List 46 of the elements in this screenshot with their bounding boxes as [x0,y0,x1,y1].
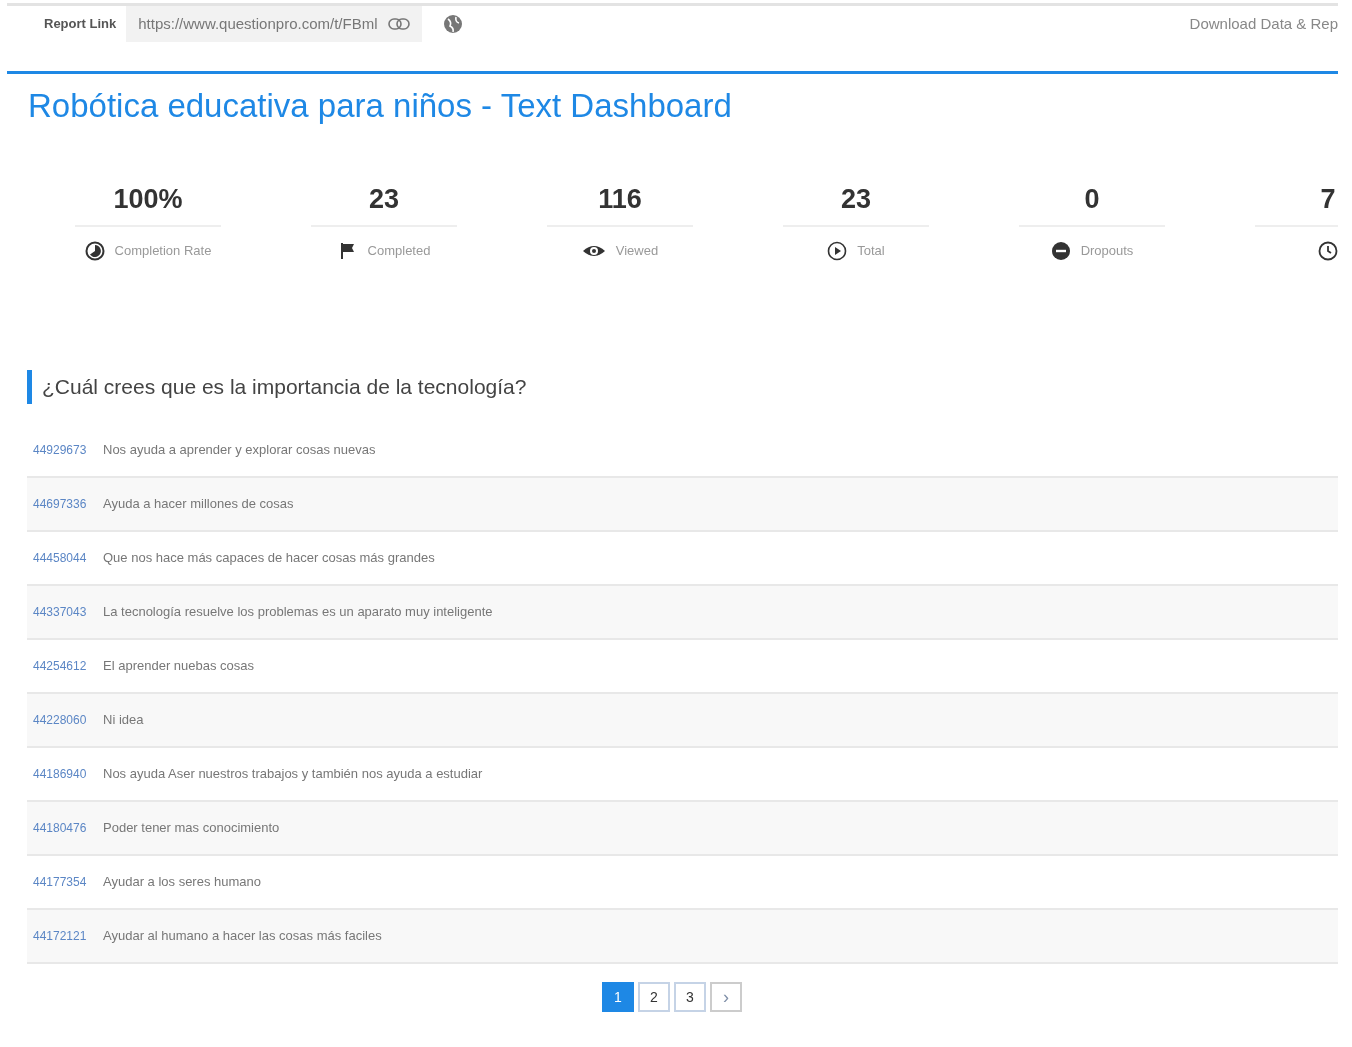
stat-label: Viewed [615,242,659,261]
response-id-link[interactable]: 44458044 [33,549,93,567]
response-id-link[interactable]: 44929673 [33,441,93,459]
page-button[interactable]: 3 [674,982,706,1012]
response-id-link[interactable]: 44228060 [33,711,93,729]
response-text: Nos ayuda a aprender y explorar cosas nuevas [103,441,376,460]
stat-label: Completed [367,242,431,261]
link-icon [387,18,410,30]
minus-icon [1050,241,1071,261]
stat-label: Total [857,242,885,261]
report-link-label: Report Link [44,15,117,34]
stat-value: 7 [1320,183,1336,216]
question-heading: ¿Cuál crees que es la importancia de la tecnología? [42,374,527,401]
response-text: El aprender nuebas cosas [103,657,255,676]
stat-value: 23 [840,183,871,216]
response-id-link[interactable]: 44177354 [33,873,93,891]
page-button[interactable]: 2 [638,982,670,1012]
response-id-link[interactable]: 44180476 [33,819,93,837]
stat-value: 100% [113,183,183,216]
globe-icon[interactable] [441,13,464,35]
response-id-link[interactable]: 44172121 [33,927,93,945]
stat-value: 0 [1084,183,1100,216]
pie-icon [84,241,105,261]
stat-label: Completion Rate [114,242,212,261]
response-text: Ayudar a los seres humano [103,873,262,892]
response-id-link[interactable]: 44697336 [33,495,93,513]
download-link[interactable]: Download Data & Rep [1189,12,1338,36]
response-text: Que nos hace más capaces de hacer cosas más grandes [103,549,435,568]
next-page-button[interactable]: › [710,982,742,1012]
response-text: Ayudar al humano a hacer las cosas más faciles [103,927,382,946]
response-id-link[interactable]: 44186940 [33,765,93,783]
response-text: La tecnología resuelve los problemas es un aparato muy inteligente [103,603,493,622]
clock-icon [1318,241,1338,261]
dashboard-title: Robótica educativa para niños - Text Dashboard [27,86,733,126]
response-text: Ayuda a hacer millones de cosas [103,495,294,514]
page-button[interactable]: 1 [602,982,634,1012]
stat-value: 23 [368,183,399,216]
stat-value: 116 [598,183,642,216]
response-id-link[interactable]: 44254612 [33,657,93,675]
response-id-link[interactable]: 44337043 [33,603,93,621]
stat-label: Dropouts [1080,242,1134,261]
response-text: Ni idea [103,711,144,730]
response-text: Poder tener mas conocimiento [103,819,280,838]
play-icon [827,241,848,261]
report-url-field[interactable]: https://www.questionpro.com/t/FBml [126,6,422,42]
response-text: Nos ayuda Aser nuestros trabajos y también nos ayuda a estudiar [103,765,483,784]
